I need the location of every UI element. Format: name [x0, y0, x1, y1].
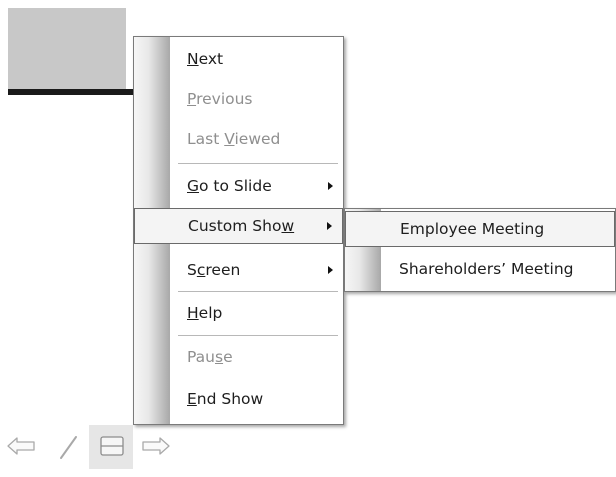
- previous-arrow-icon: [7, 437, 35, 455]
- menu-button[interactable]: [89, 425, 133, 469]
- menu-item-label: Previous: [187, 90, 253, 108]
- menu-item-label: End Show: [187, 390, 264, 408]
- submenu-item-shareholders-meeting[interactable]: Shareholders’ Meeting: [345, 251, 615, 287]
- next-arrow-icon: [142, 437, 170, 455]
- menu-item-label: Help: [187, 304, 223, 322]
- menu-item-screen[interactable]: Screen: [134, 252, 343, 288]
- submenu-arrow-icon: [327, 222, 332, 230]
- menu-item-label: Next: [187, 50, 224, 68]
- menu-icon: [100, 436, 124, 456]
- menu-item-last-viewed: Last Viewed: [134, 121, 343, 157]
- slideshow-toolbar: [0, 425, 240, 477]
- custom-show-submenu: Employee Meeting Shareholders’ Meeting: [344, 208, 616, 292]
- menu-item-label: Screen: [187, 261, 241, 279]
- menu-separator: [178, 163, 338, 164]
- submenu-arrow-icon: [328, 182, 333, 190]
- menu-separator: [178, 291, 338, 292]
- menu-item-go-to-slide[interactable]: Go to Slide: [134, 168, 343, 204]
- pen-button[interactable]: [44, 425, 88, 469]
- menu-item-previous: Previous: [134, 81, 343, 117]
- menu-item-help[interactable]: Help: [134, 295, 343, 331]
- next-button[interactable]: [134, 425, 178, 469]
- menu-item-label: Last Viewed: [187, 130, 281, 148]
- submenu-item-label: Employee Meeting: [400, 220, 545, 238]
- slide-gray-block: [8, 8, 126, 90]
- context-menu: Next Previous Last Viewed Go to Slide Cu…: [133, 36, 344, 425]
- menu-item-next[interactable]: Next: [134, 41, 343, 77]
- menu-item-custom-show[interactable]: Custom Show: [134, 208, 343, 244]
- menu-item-pause: Pause: [134, 339, 343, 375]
- submenu-item-employee-meeting[interactable]: Employee Meeting: [345, 211, 615, 247]
- menu-separator: [178, 335, 338, 336]
- slideshow-screen: Next Previous Last Viewed Go to Slide Cu…: [0, 0, 616, 477]
- submenu-item-label: Shareholders’ Meeting: [399, 260, 574, 278]
- menu-item-label: Custom Show: [188, 217, 295, 235]
- previous-button[interactable]: [0, 425, 44, 469]
- menu-item-label: Go to Slide: [187, 177, 272, 195]
- slide-dark-line: [8, 89, 134, 95]
- menu-item-label: Pause: [187, 348, 233, 366]
- menu-item-end-show[interactable]: End Show: [134, 381, 343, 417]
- pen-icon: [60, 436, 77, 459]
- submenu-arrow-icon: [328, 266, 333, 274]
